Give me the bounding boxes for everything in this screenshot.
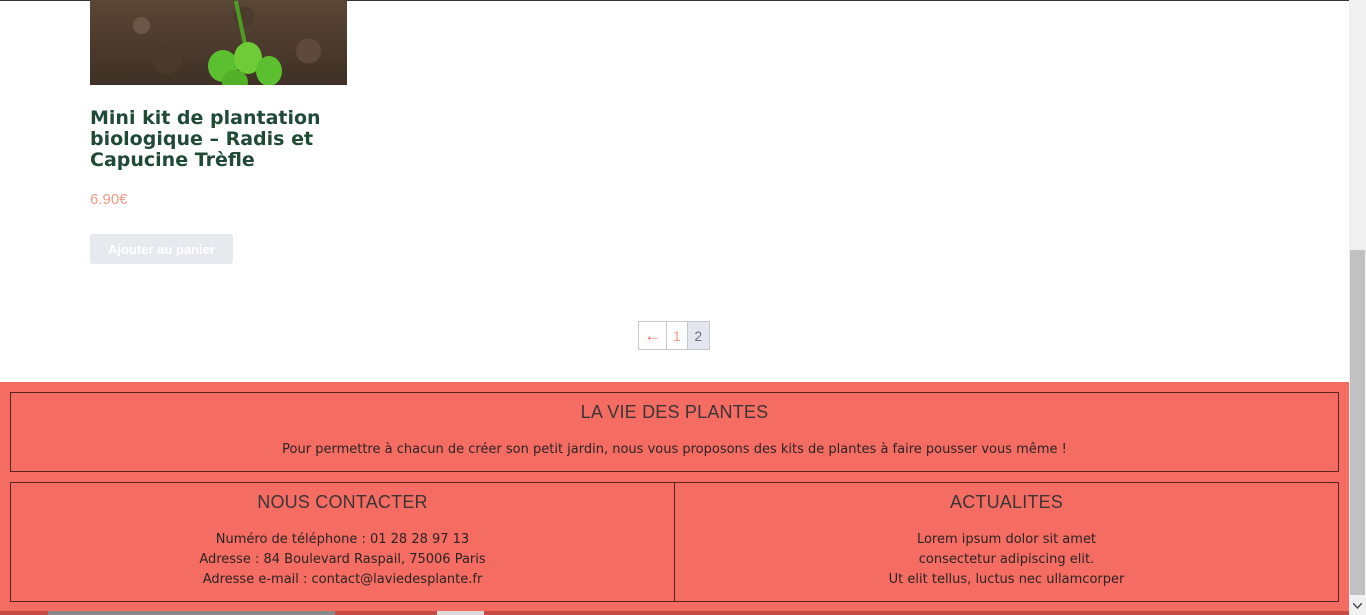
footer-bottom-segment <box>437 611 484 615</box>
prev-page-link[interactable]: ← <box>639 322 668 349</box>
product-price: 6.90€ <box>90 191 128 208</box>
page-current-2: 2 <box>687 322 709 349</box>
product-title[interactable]: Mini kit de plantation biologique – Radi… <box>90 108 350 171</box>
contact-email[interactable]: Adresse e-mail : contact@laviedesplante.… <box>11 570 674 590</box>
pagination: ← 1 2 <box>638 321 710 350</box>
site-footer: LA VIE DES PLANTES Pour permettre à chac… <box>0 382 1349 615</box>
add-to-cart-button[interactable]: Ajouter au panier <box>90 234 233 264</box>
news-line-1: Lorem ipsum dolor sit amet <box>916 532 1097 547</box>
contact-phone: Numéro de téléphone : 01 28 28 97 13 <box>215 532 470 547</box>
footer-news-section: ACTUALITES Lorem ipsum dolor sit amet co… <box>674 482 1339 602</box>
footer-news-heading: ACTUALITES <box>949 492 1064 512</box>
arrow-left-icon: ← <box>644 325 662 345</box>
leaf <box>256 56 282 85</box>
footer-contact-section: NOUS CONTACTER Numéro de téléphone : 01 … <box>10 482 675 602</box>
scrollbar-thumb[interactable] <box>1350 250 1365 595</box>
horizontal-scroll-thumb[interactable] <box>48 611 335 615</box>
news-line-2: consectetur adipiscing elit. <box>918 552 1095 567</box>
scroll-down-arrow-icon[interactable] <box>1349 597 1366 615</box>
news-line-3: Ut elit tellus, luctus nec ullamcorper <box>888 572 1125 587</box>
footer-about-section: LA VIE DES PLANTES Pour permettre à chac… <box>10 392 1339 472</box>
product-image[interactable] <box>90 0 347 85</box>
footer-about-text: Pour permettre à chacun de créer son pet… <box>282 442 1067 457</box>
page-link-1[interactable]: 1 <box>667 322 688 349</box>
footer-contact-heading: NOUS CONTACTER <box>257 492 428 512</box>
footer-about-heading: LA VIE DES PLANTES <box>580 402 769 422</box>
contact-address: Adresse : 84 Boulevard Raspail, 75006 Pa… <box>199 552 486 567</box>
